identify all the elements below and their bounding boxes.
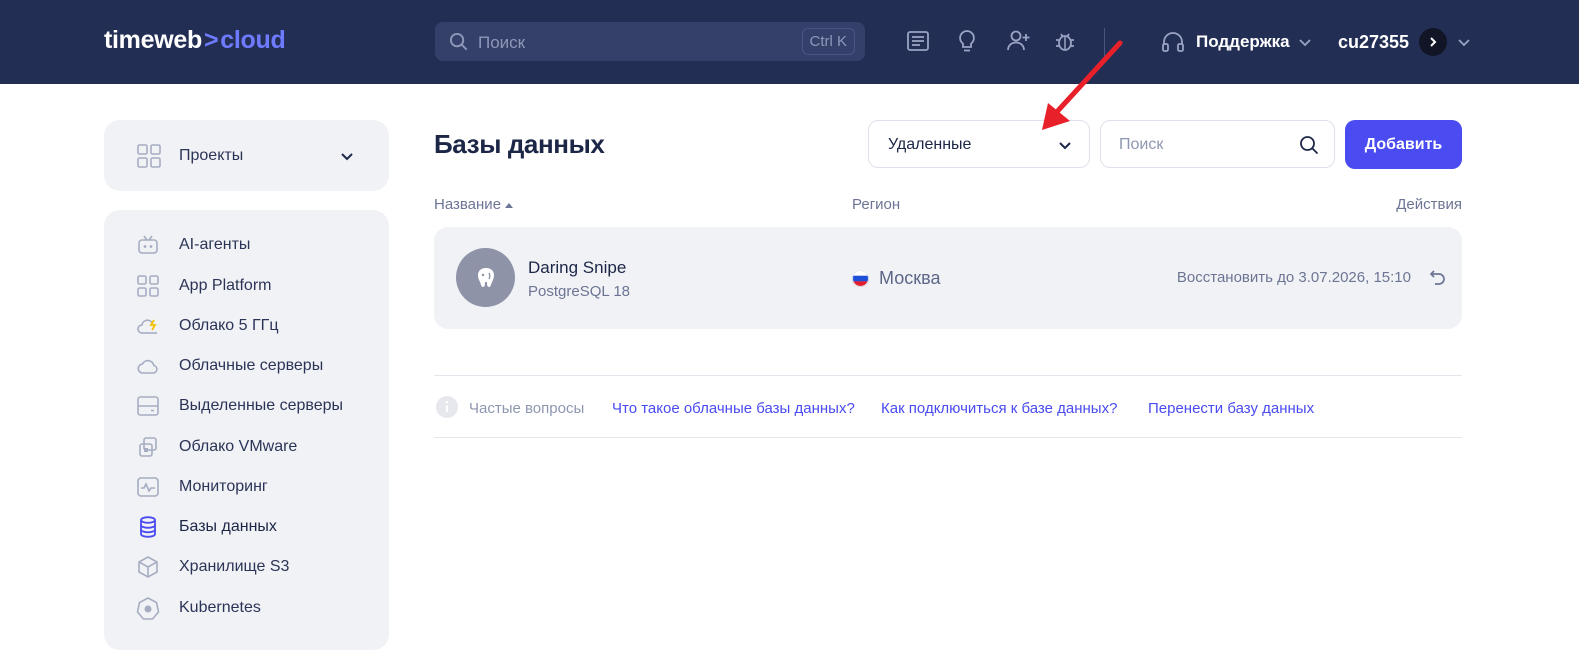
sidebar-item-cloud-servers[interactable]: Облачные серверы xyxy=(104,346,389,386)
grid-icon xyxy=(136,274,160,298)
sidebar-item-databases[interactable]: Базы данных xyxy=(104,507,389,547)
header-divider xyxy=(1104,28,1105,56)
support-menu[interactable]: Поддержка xyxy=(1160,28,1312,56)
logo-accent: cloud xyxy=(220,26,286,54)
support-label: Поддержка xyxy=(1196,32,1290,51)
page-title: Базы данных xyxy=(434,129,605,159)
sidebar-item-label: AI-агенты xyxy=(179,236,251,253)
faq-link-what-are-cloud-databases[interactable]: Что такое облачные базы данных? xyxy=(612,400,855,417)
global-search-input[interactable]: Поиск Ctrl K xyxy=(435,22,865,61)
sidebar-item-dedicated-servers[interactable]: Выделенные серверы xyxy=(104,386,389,426)
sidebar-item-label: Выделенные серверы xyxy=(179,397,344,414)
bug-icon[interactable] xyxy=(1052,28,1078,54)
top-bar: timeweb>cloud Поиск Ctrl K Поддержка cu2… xyxy=(0,0,1579,84)
chevron-down-icon xyxy=(1458,39,1470,47)
sidebar-nav: AI-агенты App Platform Облако 5 ГГц Обла… xyxy=(104,210,389,650)
vmware-icon xyxy=(136,435,160,459)
sidebar-item-label: Мониторинг xyxy=(179,478,268,495)
sidebar-item-ai-agents[interactable]: AI-агенты xyxy=(104,225,389,265)
faq-bar: Частые вопросы Что такое облачные базы д… xyxy=(434,375,1462,438)
search-icon[interactable] xyxy=(1299,135,1319,155)
database-search-input[interactable]: Поиск xyxy=(1100,120,1335,168)
global-search-placeholder: Поиск xyxy=(478,33,526,52)
sidebar-item-kubernetes[interactable]: Kubernetes xyxy=(104,588,389,628)
chevron-down-icon xyxy=(341,153,353,161)
search-icon xyxy=(449,32,468,51)
restore-icon[interactable] xyxy=(1427,268,1447,288)
column-header-name-label: Название xyxy=(434,196,502,213)
monitoring-icon xyxy=(136,475,160,499)
database-region: Москва xyxy=(879,268,941,288)
search-shortcut-badge: Ctrl K xyxy=(801,28,855,55)
column-header-region: Регион xyxy=(852,196,901,213)
add-database-button[interactable]: Добавить xyxy=(1345,120,1462,169)
sidebar-item-monitoring[interactable]: Мониторинг xyxy=(104,467,389,507)
sidebar-item-app-platform[interactable]: App Platform xyxy=(104,266,389,306)
chevron-right-icon xyxy=(1430,37,1437,47)
column-header-name[interactable]: Название xyxy=(434,196,514,213)
column-header-actions: Действия xyxy=(1396,196,1462,213)
news-icon[interactable] xyxy=(905,28,931,54)
sidebar-item-label: Облако 5 ГГц xyxy=(179,317,279,334)
projects-grid-icon xyxy=(137,144,161,168)
info-icon xyxy=(436,396,458,418)
logo-main: timeweb xyxy=(104,26,202,54)
logo[interactable]: timeweb>cloud xyxy=(104,26,286,55)
add-user-icon[interactable] xyxy=(1005,28,1031,54)
sidebar-item-vmware[interactable]: Облако VMware xyxy=(104,427,389,467)
database-name[interactable]: Daring Snipe xyxy=(528,258,626,278)
sidebar-item-label: App Platform xyxy=(179,277,272,294)
projects-selector[interactable]: Проекты xyxy=(104,120,389,191)
robot-icon xyxy=(136,233,160,257)
faq-label: Частые вопросы xyxy=(469,400,585,417)
database-engine: PostgreSQL 18 xyxy=(528,283,631,300)
projects-label: Проекты xyxy=(179,147,244,164)
account-go-button[interactable] xyxy=(1419,28,1448,56)
account-name: cu27355 xyxy=(1338,31,1410,52)
kubernetes-icon xyxy=(136,596,160,620)
russia-flag-icon xyxy=(852,270,869,287)
cloud-bolt-icon xyxy=(136,314,160,338)
logo-arrow: > xyxy=(203,26,219,54)
sort-asc-icon xyxy=(505,202,514,208)
faq-link-migrate-database[interactable]: Перенести базу данных xyxy=(1148,400,1314,417)
account-menu[interactable]: cu27355 xyxy=(1338,27,1471,57)
restore-label: Восстановить до 3.07.2026, 15:10 xyxy=(1176,269,1411,286)
chevron-down-icon xyxy=(1059,142,1071,150)
storage-icon xyxy=(136,555,160,579)
idea-icon[interactable] xyxy=(954,28,980,54)
database-search-placeholder: Поиск xyxy=(1119,136,1164,153)
sidebar-item-label: Хранилище S3 xyxy=(179,558,290,575)
table-row[interactable]: Daring Snipe PostgreSQL 18 Москва Восста… xyxy=(434,227,1462,329)
sidebar-item-label: Облачные серверы xyxy=(179,357,324,374)
chevron-down-icon xyxy=(1298,39,1311,47)
status-filter-value: Удаленные xyxy=(888,136,972,153)
sidebar-item-label: Базы данных xyxy=(179,518,277,535)
sidebar-item-cloud-5ghz[interactable]: Облако 5 ГГц xyxy=(104,306,389,346)
sidebar-item-label: Облако VMware xyxy=(179,438,298,455)
cloud-icon xyxy=(136,354,160,378)
database-icon xyxy=(136,515,160,539)
sidebar-item-label: Kubernetes xyxy=(179,599,261,616)
headset-icon xyxy=(1162,32,1184,52)
server-icon xyxy=(136,394,160,418)
postgresql-icon xyxy=(456,248,515,307)
sidebar-item-s3-storage[interactable]: Хранилище S3 xyxy=(104,547,389,587)
faq-link-how-to-connect[interactable]: Как подключиться к базе данных? xyxy=(881,400,1117,417)
status-filter-dropdown[interactable]: Удаленные xyxy=(868,120,1090,168)
